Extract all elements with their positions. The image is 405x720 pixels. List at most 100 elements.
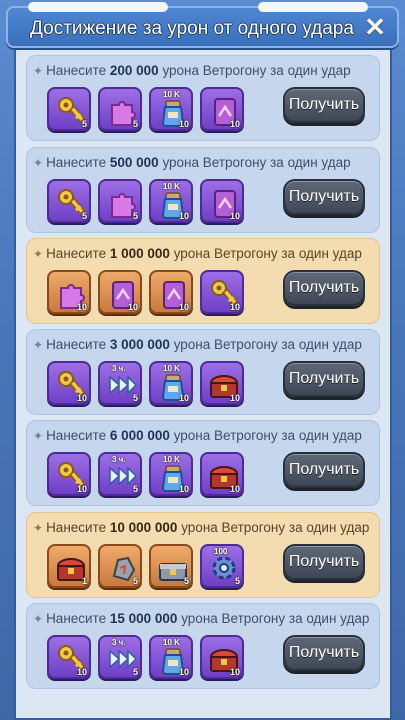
item-tag: 10 K [163,638,180,647]
item-tag: 10 K [163,455,180,464]
claim-button[interactable]: Получить [283,361,365,397]
achievement-description: ✦ Нанесите 500 000 урона Ветрогону за оди… [33,155,351,170]
item-quantity: 5 [81,211,87,221]
reward-item[interactable]: 10 [47,635,91,679]
reward-item[interactable]: 10 [98,270,142,314]
item-tag: 10 K [163,182,180,191]
achievement-row: ✦ Нанесите 3 000 000 урона Ветрогону за о… [26,329,380,415]
reward-item[interactable]: 1 [47,544,91,588]
item-tag: 3 ч. [112,455,126,464]
item-tag: 10 K [163,364,180,373]
item-quantity: 10 [76,484,87,494]
item-quantity: 5 [234,576,240,586]
achievement-description: ✦ Нанесите 3 000 000 урона Ветрогону за о… [33,337,362,352]
claim-button[interactable]: Получить [283,452,365,488]
description-prefix: Нанесите [46,611,110,626]
item-quantity: 5 [132,576,138,586]
item-quantity: 10 [178,119,189,129]
description-prefix: Нанесите [46,155,110,170]
item-quantity: 10 [178,667,189,677]
item-quantity: 10 [229,211,240,221]
damage-amount: 500 000 [109,155,159,170]
description-prefix: Нанесите [46,520,110,535]
reward-item[interactable]: 10 [200,361,244,405]
item-tag: 10 K [163,90,180,99]
item-quantity: 5 [132,119,138,129]
reward-item[interactable]: 5 [98,87,142,131]
reward-item[interactable]: 5 [98,179,142,223]
diamond-bullet-icon: ✦ [33,247,44,261]
description-suffix: урона Ветрогону за один удар [177,520,370,535]
reward-item[interactable]: 3 ч. 5 [98,361,142,405]
description-suffix: урона Ветрогону за один удар [169,337,362,352]
claim-button[interactable]: Получить [283,635,365,671]
reward-item[interactable]: 10 [200,635,244,679]
achievement-row: ✦ Нанесите 6 000 000 урона Ветрогону за о… [26,420,380,506]
diamond-bullet-icon: ✦ [33,156,44,170]
item-quantity: 10 [76,302,87,312]
reward-item[interactable]: 10 [47,270,91,314]
reward-item[interactable]: 10 [47,361,91,405]
reward-item[interactable]: 5 [98,544,142,588]
description-prefix: Нанесите [46,246,110,261]
reward-item[interactable]: 3 ч. 5 [98,452,142,496]
achievement-description: ✦ Нанесите 6 000 000 урона Ветрогону за о… [33,428,362,443]
description-suffix: урона Ветрогону за один удар [177,611,370,626]
claim-button[interactable]: Получить [283,270,365,306]
item-tag: 3 ч. [112,364,126,373]
snow-decoration [258,2,368,12]
description-suffix: урона Ветрогону за один удар [158,155,351,170]
reward-item[interactable]: 10 K 10 [149,452,193,496]
achievement-row: ✦ Нанесите 200 000 урона Ветрогону за оди… [26,55,380,141]
reward-item[interactable]: 10 [200,179,244,223]
item-quantity: 10 [229,484,240,494]
achievement-description: ✦ Нанесите 1 000 000 урона Ветрогону за о… [33,246,362,261]
item-quantity: 5 [132,484,138,494]
item-quantity: 10 [178,484,189,494]
reward-item[interactable]: 100 5 [200,544,244,588]
reward-item[interactable]: 10 [47,452,91,496]
item-quantity: 10 [76,667,87,677]
description-prefix: Нанесите [46,63,110,78]
item-tag: 3 ч. [112,638,126,647]
damage-amount: 200 000 [109,63,159,78]
reward-item[interactable]: 5 [149,544,193,588]
description-suffix: урона Ветрогону за один удар [169,428,362,443]
reward-item[interactable]: 10 K 10 [149,635,193,679]
reward-item[interactable]: 5 [47,87,91,131]
item-quantity: 10 [127,302,138,312]
damage-amount: 15 000 000 [109,611,178,626]
reward-item[interactable]: 10 K 10 [149,179,193,223]
diamond-bullet-icon: ✦ [33,612,44,626]
item-quantity: 5 [132,667,138,677]
item-quantity: 5 [81,119,87,129]
item-quantity: 5 [132,393,138,403]
reward-item[interactable]: 10 [200,87,244,131]
achievement-row: ✦ Нанесите 500 000 урона Ветрогону за оди… [26,147,380,233]
item-quantity: 5 [132,211,138,221]
achievement-row: ✦ Нанесите 10 000 000 урона Ветрогону за … [26,512,380,598]
item-quantity: 10 [76,393,87,403]
achievement-row: ✦ Нанесите 15 000 000 урона Ветрогону за … [26,603,380,689]
claim-button[interactable]: Получить [283,87,365,123]
reward-item[interactable]: 10 [200,270,244,314]
item-quantity: 1 [81,576,87,586]
reward-item[interactable]: 10 K 10 [149,87,193,131]
claim-button[interactable]: Получить [283,179,365,215]
close-button[interactable]: ✕ [363,14,387,40]
description-prefix: Нанесите [46,428,110,443]
damage-amount: 1 000 000 [109,246,170,261]
reward-item[interactable]: 10 [200,452,244,496]
item-quantity: 10 [229,667,240,677]
item-quantity: 10 [178,302,189,312]
reward-item[interactable]: 10 K 10 [149,361,193,405]
reward-item[interactable]: 3 ч. 5 [98,635,142,679]
claim-button[interactable]: Получить [283,544,365,580]
reward-item[interactable]: 5 [47,179,91,223]
title-bar: Достижение за урон от одного удара ✕ [6,2,399,48]
reward-item[interactable]: 10 [149,270,193,314]
diamond-bullet-icon: ✦ [33,338,44,352]
damage-amount: 10 000 000 [109,520,178,535]
description-suffix: урона Ветрогону за один удар [158,63,351,78]
damage-amount: 6 000 000 [109,428,170,443]
